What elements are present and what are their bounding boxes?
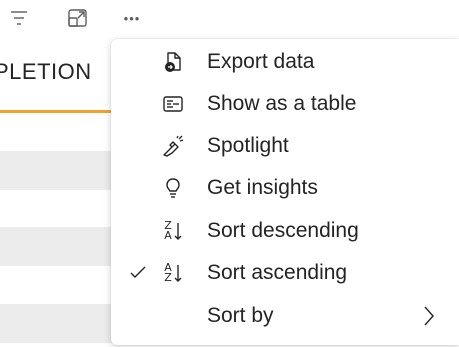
menu-item-label: Get insights [207,176,318,199]
more-options-menu: Export data Show as a table Spotlight Ge… [111,39,459,345]
lightbulb-icon [161,176,185,200]
menu-item-export-data[interactable]: Export data [111,41,459,83]
more-options-icon: ••• [123,10,141,26]
filter-icon[interactable] [5,4,33,32]
chevron-right-icon [421,304,437,328]
menu-item-spotlight[interactable]: Spotlight [111,125,459,167]
export-data-icon [161,50,185,74]
sort-glyph-letter: Z [164,271,172,284]
report-canvas: ••• PLETION Export data Show as a table … [0,0,459,347]
table-icon [161,92,185,116]
menu-item-sort-by[interactable]: Sort by [111,295,459,337]
menu-item-label: Sort by [207,304,274,327]
sort-glyph-letter: A [164,229,172,242]
menu-item-label: Spotlight [207,134,289,157]
checkmark-icon [129,264,147,282]
focus-mode-icon[interactable] [64,4,92,32]
menu-item-show-as-table[interactable]: Show as a table [111,83,459,125]
menu-item-label: Sort descending [207,219,359,242]
menu-item-label: Show as a table [207,92,357,115]
sort-ascending-icon: A Z [161,261,185,285]
sort-descending-icon: Z A [161,219,185,243]
column-header: PLETION [0,59,92,84]
more-options-button[interactable]: ••• [118,4,146,32]
menu-item-label: Export data [207,50,315,73]
spotlight-icon [161,134,185,158]
menu-item-sort-descending[interactable]: Z A Sort descending [111,210,459,252]
menu-item-label: Sort ascending [207,261,348,284]
menu-item-sort-ascending[interactable]: A Z Sort ascending [111,252,459,294]
menu-item-get-insights[interactable]: Get insights [111,167,459,209]
